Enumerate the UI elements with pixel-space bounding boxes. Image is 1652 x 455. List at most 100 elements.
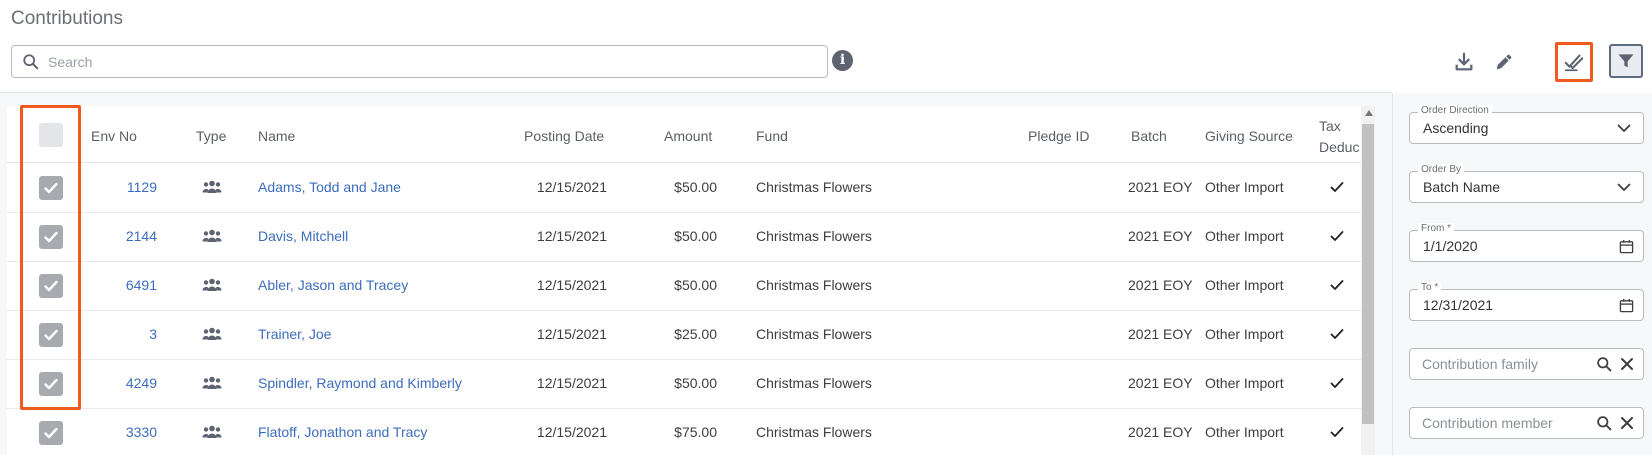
name-link[interactable]: Davis, Mitchell bbox=[258, 228, 348, 244]
page-title: Contributions bbox=[11, 8, 123, 29]
header-pledge-id[interactable]: Pledge ID bbox=[1028, 128, 1089, 144]
posting-date: 12/15/2021 bbox=[536, 179, 607, 195]
env-no-link[interactable]: 4249 bbox=[97, 375, 157, 391]
tax-deductible-check-icon bbox=[1330, 280, 1344, 290]
header-giving-source[interactable]: Giving Source bbox=[1205, 128, 1293, 144]
people-icon bbox=[202, 278, 222, 291]
search-box[interactable] bbox=[11, 45, 828, 78]
edit-button[interactable] bbox=[1486, 44, 1522, 80]
giving-source: Other Import bbox=[1205, 375, 1284, 391]
giving-source: Other Import bbox=[1205, 326, 1284, 342]
delete-button[interactable] bbox=[1567, 44, 1603, 80]
header-name[interactable]: Name bbox=[258, 128, 295, 144]
name-link[interactable]: Spindler, Raymond and Kimberly bbox=[258, 375, 462, 391]
download-icon bbox=[1455, 52, 1473, 71]
order-by-label: Order By bbox=[1418, 164, 1465, 176]
search-icon[interactable] bbox=[1596, 415, 1613, 432]
env-no-link[interactable]: 3330 bbox=[97, 424, 157, 440]
chevron-down-icon bbox=[1617, 183, 1631, 192]
giving-source: Other Import bbox=[1205, 228, 1284, 244]
posting-date: 12/15/2021 bbox=[536, 326, 607, 342]
people-icon bbox=[202, 425, 222, 438]
to-date-value: 12/31/2021 bbox=[1423, 297, 1494, 313]
from-date-field[interactable]: From * 1/1/2020 bbox=[1409, 223, 1644, 262]
calendar-icon[interactable] bbox=[1619, 239, 1634, 254]
contribution-member-input[interactable] bbox=[1422, 413, 1582, 433]
filter-icon bbox=[1618, 54, 1634, 68]
batch: 2021 EOY bbox=[1128, 375, 1193, 391]
order-by-select[interactable]: Order By Batch Name bbox=[1409, 164, 1644, 203]
contribution-family-field[interactable] bbox=[1409, 348, 1644, 380]
scroll-thumb[interactable] bbox=[1362, 124, 1374, 424]
header-posting-date[interactable]: Posting Date bbox=[524, 128, 604, 144]
name-link[interactable]: Abler, Jason and Tracey bbox=[258, 277, 408, 293]
search-icon[interactable] bbox=[1596, 356, 1613, 373]
amount: $50.00 bbox=[674, 277, 717, 293]
filter-panel bbox=[1392, 93, 1652, 455]
scroll-up-arrow-icon[interactable] bbox=[1365, 110, 1373, 116]
to-date-field[interactable]: To * 12/31/2021 bbox=[1409, 282, 1644, 321]
order-direction-select[interactable]: Order Direction Ascending bbox=[1409, 105, 1644, 144]
header-fund[interactable]: Fund bbox=[756, 128, 788, 144]
table-row[interactable]: 3 Trainer, Joe 12/15/2021 $25.00 Christmas F… bbox=[7, 311, 1370, 360]
posting-date: 12/15/2021 bbox=[536, 375, 607, 391]
contributions-table: Env No Type Name Posting Date Amount Fun… bbox=[7, 106, 1370, 455]
batch: 2021 EOY bbox=[1128, 179, 1193, 195]
table-scrollbar[interactable] bbox=[1361, 106, 1375, 455]
order-direction-value: Ascending bbox=[1423, 120, 1489, 136]
posting-date: 12/15/2021 bbox=[536, 228, 607, 244]
batch: 2021 EOY bbox=[1128, 228, 1193, 244]
contributions-app: Contributions i bbox=[0, 0, 1652, 455]
header-batch[interactable]: Batch bbox=[1131, 128, 1167, 144]
fund: Christmas Flowers bbox=[756, 277, 872, 293]
header-tax-deductible[interactable]: Tax Deduc bbox=[1319, 116, 1359, 158]
name-link[interactable]: Flatoff, Jonathon and Tracy bbox=[258, 424, 427, 440]
env-no-link[interactable]: 1129 bbox=[97, 179, 157, 195]
table-row[interactable]: 6491 Abler, Jason and Tracey 12/15/2021 $50… bbox=[7, 262, 1370, 311]
env-no-link[interactable]: 6491 bbox=[97, 277, 157, 293]
to-date-label: To * bbox=[1418, 282, 1442, 294]
header-env-no[interactable]: Env No bbox=[91, 128, 137, 144]
people-icon bbox=[202, 180, 222, 193]
env-no-link[interactable]: 2144 bbox=[97, 228, 157, 244]
fund: Christmas Flowers bbox=[756, 179, 872, 195]
amount: $75.00 bbox=[674, 424, 717, 440]
contribution-member-field[interactable] bbox=[1409, 407, 1644, 439]
table-row[interactable]: 3330 Flatoff, Jonathon and Tracy 12/15/202… bbox=[7, 409, 1370, 455]
name-link[interactable]: Adams, Todd and Jane bbox=[258, 179, 401, 195]
order-by-value: Batch Name bbox=[1423, 179, 1501, 195]
close-icon[interactable] bbox=[1620, 357, 1634, 371]
posting-date: 12/15/2021 bbox=[536, 277, 607, 293]
contribution-family-input[interactable] bbox=[1422, 354, 1582, 374]
close-icon[interactable] bbox=[1620, 416, 1634, 430]
checkmark-icon bbox=[44, 427, 58, 439]
row-checkbox[interactable] bbox=[39, 421, 63, 445]
calendar-icon[interactable] bbox=[1619, 298, 1634, 313]
from-date-label: From * bbox=[1418, 223, 1454, 235]
amount: $25.00 bbox=[674, 326, 717, 342]
tax-deductible-check-icon bbox=[1330, 427, 1344, 437]
fund: Christmas Flowers bbox=[756, 375, 872, 391]
giving-source: Other Import bbox=[1205, 277, 1284, 293]
header-type[interactable]: Type bbox=[196, 128, 226, 144]
people-icon bbox=[202, 327, 222, 340]
table-row[interactable]: 4249 Spindler, Raymond and Kimberly 12/15/… bbox=[7, 360, 1370, 409]
row-select-highlight bbox=[20, 105, 81, 410]
tax-deductible-check-icon bbox=[1330, 182, 1344, 192]
table-row[interactable]: 2144 Davis, Mitchell 12/15/2021 $50.00 Chris… bbox=[7, 213, 1370, 262]
amount: $50.00 bbox=[674, 228, 717, 244]
order-direction-label: Order Direction bbox=[1418, 105, 1492, 117]
pencil-icon bbox=[1496, 54, 1512, 70]
search-icon bbox=[23, 54, 39, 70]
people-icon bbox=[202, 229, 222, 242]
giving-source: Other Import bbox=[1205, 179, 1284, 195]
name-link[interactable]: Trainer, Joe bbox=[258, 326, 331, 342]
env-no-link[interactable]: 3 bbox=[97, 326, 157, 342]
filter-toggle-button[interactable] bbox=[1609, 44, 1643, 78]
header-amount[interactable]: Amount bbox=[664, 128, 712, 144]
info-icon[interactable]: i bbox=[832, 50, 853, 71]
from-date-value: 1/1/2020 bbox=[1423, 238, 1478, 254]
search-input[interactable] bbox=[48, 50, 818, 73]
download-button[interactable] bbox=[1446, 44, 1482, 80]
table-row[interactable]: 1129 Adams, Todd and Jane 12/15/2021 $50.00… bbox=[7, 164, 1370, 213]
